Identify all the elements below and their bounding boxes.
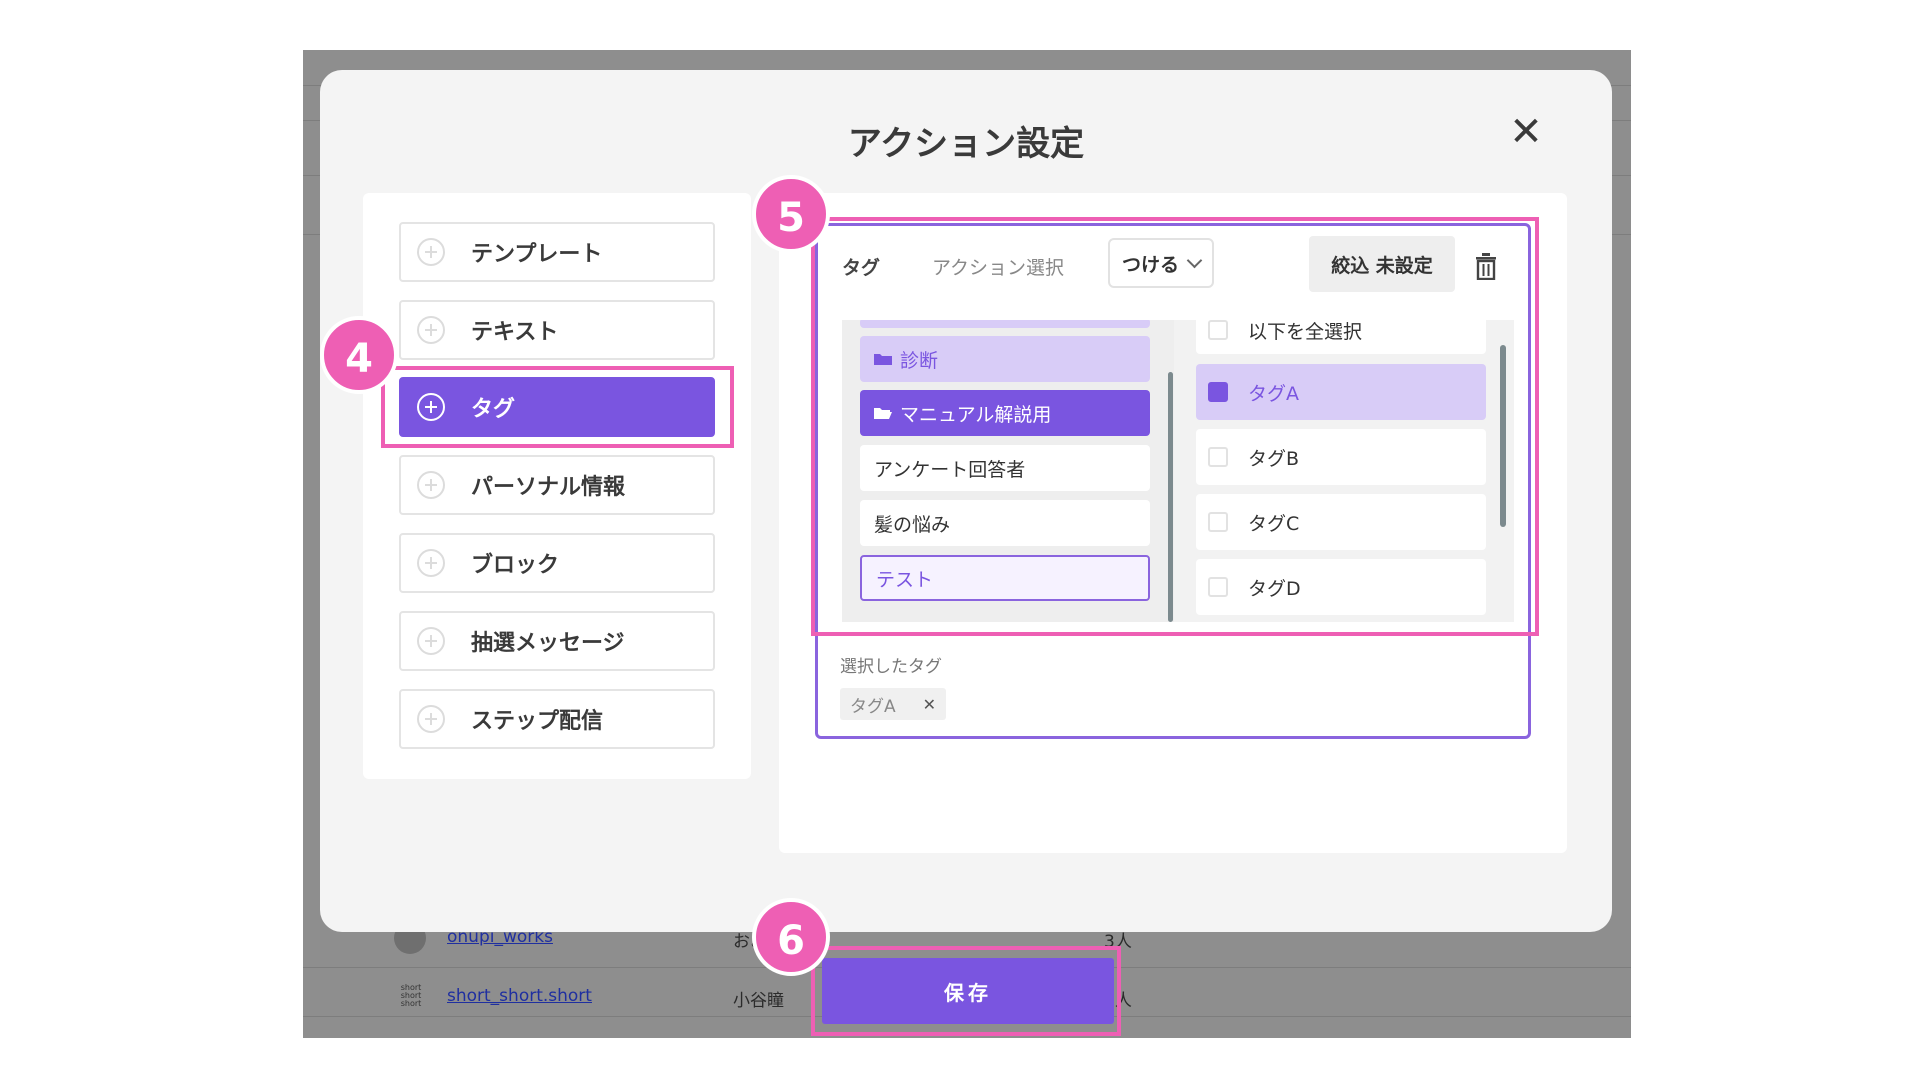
menu-item-block[interactable]: ブロック [399,533,715,593]
select-all-label: 以下を全選択 [1248,320,1363,343]
trash-icon[interactable] [1473,252,1499,280]
folder-item-label: 髪の悩み [874,513,951,536]
step-badge: 6 [752,898,830,976]
tag-item-label: タグC [1248,512,1300,535]
filter-button[interactable]: 絞込 未設定 [1309,236,1455,292]
menu-item-text[interactable]: テキスト [399,300,715,360]
checkbox[interactable] [1208,382,1228,402]
checkbox[interactable] [1208,577,1228,597]
tag-item[interactable]: タグC [1196,494,1486,550]
checkbox[interactable] [1208,512,1228,532]
menu-item-label: タグ [471,397,516,422]
action-select-label: アクション選択 [932,257,1065,279]
plus-circle-icon [417,238,445,266]
action-select-dropdown[interactable]: つける [1108,238,1214,288]
plus-circle-icon [417,316,445,344]
menu-item-label: 抽選メッセージ [471,631,625,656]
checkbox[interactable] [1208,447,1228,467]
plus-circle-icon [417,705,445,733]
menu-item-label: テキスト [471,320,559,345]
tag-item-label: タグD [1248,577,1301,600]
account-logo: short short short [400,983,422,1008]
close-icon[interactable]: ✕ [1506,112,1546,152]
tag-item[interactable]: タグD [1196,559,1486,615]
menu-item-step-delivery[interactable]: ステップ配信 [399,689,715,749]
menu-item-label: テンプレート [471,242,603,267]
chip-label: タグA [850,696,896,717]
folder-item-label: テスト [876,568,934,591]
tag-item[interactable]: タグA [1196,364,1486,420]
selected-tags-label: 選択したタグ [840,657,942,677]
selected-tag-chip: タグA ✕ [840,688,946,720]
folder-scrollbar[interactable] [1168,372,1173,622]
checkbox[interactable] [1208,320,1228,340]
menu-item-lottery-message[interactable]: 抽選メッセージ [399,611,715,671]
save-button[interactable]: 保存 [822,958,1114,1024]
folder-item[interactable]: テスト [860,555,1150,601]
account-owner: 小谷瞳 [733,991,784,1011]
tag-item-label: タグB [1248,447,1300,470]
menu-item-tag[interactable]: タグ [399,377,715,437]
tag-folder-list[interactable]: 診断 マニュアル解説用 アンケート回答者 髪の悩み テスト [842,320,1176,622]
step-badge: 5 [752,175,830,253]
account-link[interactable]: short_short.short [447,986,592,1006]
filter-label: 絞込 未設定 [1331,254,1433,277]
plus-circle-icon [417,549,445,577]
folder-open-icon [874,408,892,419]
folder-item[interactable]: 髪の悩み [860,500,1150,546]
folder-item-label: アンケート回答者 [874,458,1026,481]
close-icon[interactable]: ✕ [923,695,936,714]
tag-item[interactable]: タグB [1196,429,1486,485]
menu-item-personal-info[interactable]: パーソナル情報 [399,455,715,515]
plus-circle-icon [417,393,445,421]
save-label: 保存 [944,980,992,1005]
menu-item-label: パーソナル情報 [471,475,626,500]
folder-item[interactable]: 診断 [860,336,1150,382]
tag-item-label: タグA [1248,382,1299,405]
menu-item-template[interactable]: テンプレート [399,222,715,282]
plus-circle-icon [417,471,445,499]
menu-item-label: ステップ配信 [471,709,604,734]
tag-list[interactable]: 以下を全選択 タグA タグB タグC タグD [1174,320,1514,622]
folder-item[interactable]: アンケート回答者 [860,445,1150,491]
action-type-label: タグ [842,257,881,279]
folder-item-label: マニュアル解説用 [900,403,1052,426]
plus-circle-icon [417,627,445,655]
action-select-value: つける [1121,253,1179,276]
folder-item-label: 診断 [900,349,939,372]
select-all-row[interactable]: 以下を全選択 [1196,320,1486,354]
tag-scrollbar[interactable] [1500,345,1506,527]
chevron-down-icon [1186,252,1203,269]
menu-item-label: ブロック [471,553,560,578]
folder-icon [874,354,892,365]
folder-item[interactable]: マニュアル解説用 [860,390,1150,436]
modal-title: アクション設定 [847,124,1085,164]
folder-item-partial [860,320,1150,328]
step-badge: 4 [320,316,398,394]
